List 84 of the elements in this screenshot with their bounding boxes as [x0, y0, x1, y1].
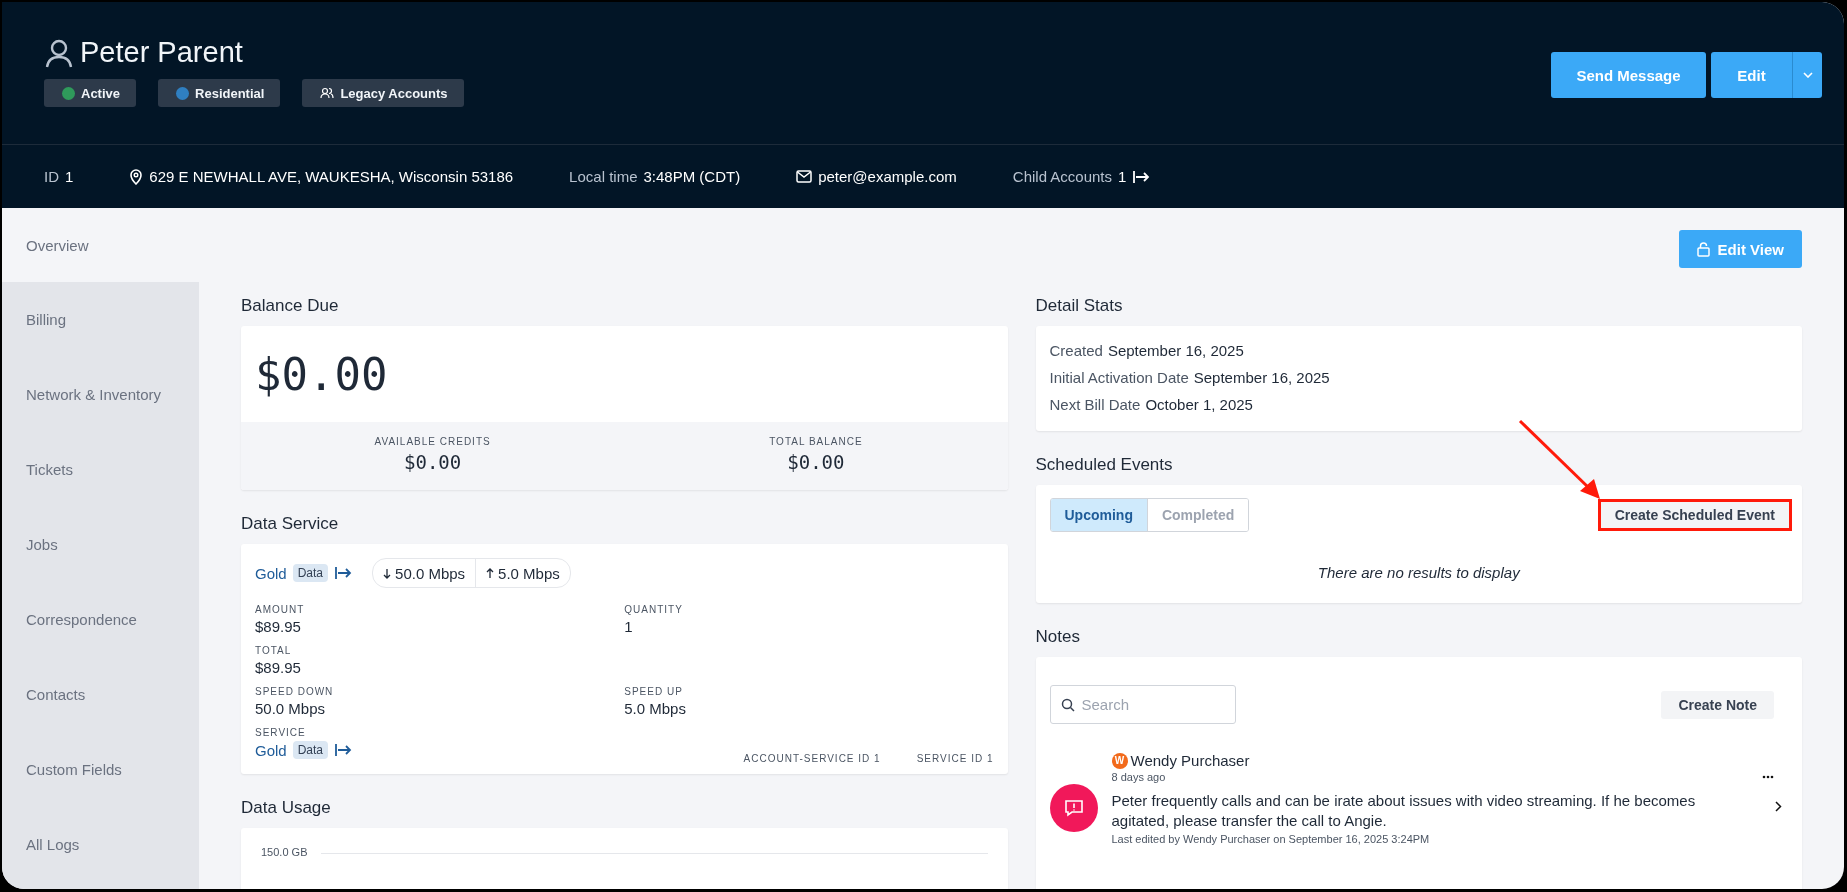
stat-label: AVAILABLE CREDITS — [374, 436, 491, 447]
section-title: Notes — [1035, 627, 1081, 647]
stat-label: Next Bill Date — [1049, 396, 1141, 413]
field-label: SPEED UP — [624, 686, 684, 697]
axis-label: 150.0 GB — [261, 846, 308, 858]
tab[interactable]: Upcoming — [1050, 499, 1147, 531]
plan-link[interactable]: Gold — [255, 564, 287, 582]
sidebar-item[interactable]: Overview — [2, 208, 199, 282]
sidebar-item[interactable]: Tickets — [2, 432, 199, 507]
note-edited: Last edited by Wendy Purchaser on September 16, 2025 3:24PM — [1111, 833, 1431, 845]
info-value: 1 — [65, 168, 74, 185]
stat-value: $0.00 — [787, 451, 845, 473]
user-icon — [44, 37, 74, 68]
stat-label: TOTAL BALANCE — [769, 436, 863, 447]
author-avatar: W — [1111, 752, 1128, 769]
sidebar-item[interactable]: Correspondence — [2, 582, 199, 657]
section-title: Detail Stats — [1035, 296, 1124, 316]
arrow-up-icon — [486, 567, 495, 579]
sidebar-item[interactable]: Custom Fields — [2, 732, 199, 807]
edit-view-button[interactable]: Edit View — [1678, 230, 1802, 268]
field-value: $89.95 — [255, 659, 302, 676]
customer-name: Peter Parent — [80, 36, 243, 69]
sidebar-item[interactable]: Jobs — [2, 507, 199, 582]
field-label: QUANTITY — [624, 604, 684, 615]
empty-message: There are no results to display — [1316, 564, 1522, 581]
email-text: peter@example.com — [818, 168, 957, 185]
plan-link[interactable]: Gold — [255, 741, 287, 759]
field-value: 50.0 Mbps — [255, 700, 327, 717]
chevron-right-icon[interactable] — [1775, 801, 1782, 812]
plan-tag: Data — [292, 564, 329, 582]
section-title: Data Service — [241, 514, 340, 534]
create-scheduled-event-button[interactable]: Create Scheduled Event — [1597, 499, 1792, 531]
lock-icon — [1696, 241, 1710, 257]
id-label: ACCOUNT-SERVICE ID 1 — [743, 753, 881, 764]
info-label: Local time — [569, 168, 638, 185]
more-icon[interactable] — [1762, 775, 1774, 779]
link-arrow-icon[interactable] — [334, 566, 353, 580]
field-value: 1 — [624, 618, 634, 635]
map-pin-icon — [129, 168, 144, 185]
sidebar-item[interactable]: All Logs — [2, 807, 199, 882]
sidebar-item[interactable]: Network & Inventory — [2, 357, 199, 432]
field-label: SPEED DOWN — [255, 686, 335, 697]
send-message-button[interactable]: Send Message — [1551, 52, 1706, 98]
stat-label: Created — [1049, 342, 1103, 359]
speed-down-text: 50.0 Mbps — [395, 564, 466, 582]
balance-amount: $0.00 — [254, 347, 389, 402]
section-title: Balance Due — [241, 296, 340, 316]
info-value: 1 — [1118, 168, 1127, 185]
mail-icon — [796, 170, 813, 183]
id-label: SERVICE ID 1 — [916, 753, 994, 764]
note-text: Peter frequently calls and can be irate about issues with video streaming. If he becomes agitated, please transfer the call to Angie. — [1111, 791, 1697, 831]
speed-up-text: 5.0 Mbps — [498, 564, 560, 582]
field-value: 5.0 Mbps — [624, 700, 687, 717]
note-time: 8 days ago — [1111, 771, 1167, 783]
stat-value: October 1, 2025 — [1145, 396, 1253, 413]
info-value: 3:48PM (CDT) — [643, 168, 741, 185]
section-title: Data Usage — [241, 798, 332, 818]
info-label: Child Accounts — [1012, 168, 1113, 185]
tab[interactable]: Completed — [1146, 499, 1249, 531]
create-note-button[interactable]: Create Note — [1661, 690, 1774, 719]
link-arrow-icon[interactable] — [334, 743, 353, 757]
field-label: TOTAL — [255, 645, 293, 656]
status-badge: Residential — [158, 79, 281, 107]
stat-value: September 16, 2025 — [1107, 342, 1244, 359]
caret-icon — [1802, 72, 1813, 78]
users-icon — [320, 87, 335, 99]
sidebar-item[interactable]: Contacts — [2, 657, 199, 732]
stat-value: September 16, 2025 — [1193, 369, 1330, 386]
search-field[interactable]: Search — [1049, 685, 1236, 724]
sidebar-item[interactable]: Billing — [2, 282, 199, 357]
stat-value: $0.00 — [404, 451, 462, 473]
status-badge: Legacy Accounts — [302, 79, 464, 107]
field-label: AMOUNT — [255, 604, 306, 615]
status-badge: Active — [44, 79, 137, 107]
section-title: Scheduled Events — [1035, 455, 1174, 475]
edit-button[interactable]: Edit — [1711, 52, 1792, 98]
arrow-down-icon — [383, 567, 392, 579]
info-label: ID — [44, 168, 59, 185]
address-text: 629 E NEWHALL AVE, WAUKESHA, Wisconsin 53186 — [149, 168, 514, 185]
field-label: SERVICE — [255, 727, 307, 738]
plan-tag: Data — [292, 741, 329, 759]
author-name: Wendy Purchaser — [1130, 752, 1250, 769]
field-value: $89.95 — [255, 618, 302, 635]
stat-label: Initial Activation Date — [1049, 369, 1189, 386]
